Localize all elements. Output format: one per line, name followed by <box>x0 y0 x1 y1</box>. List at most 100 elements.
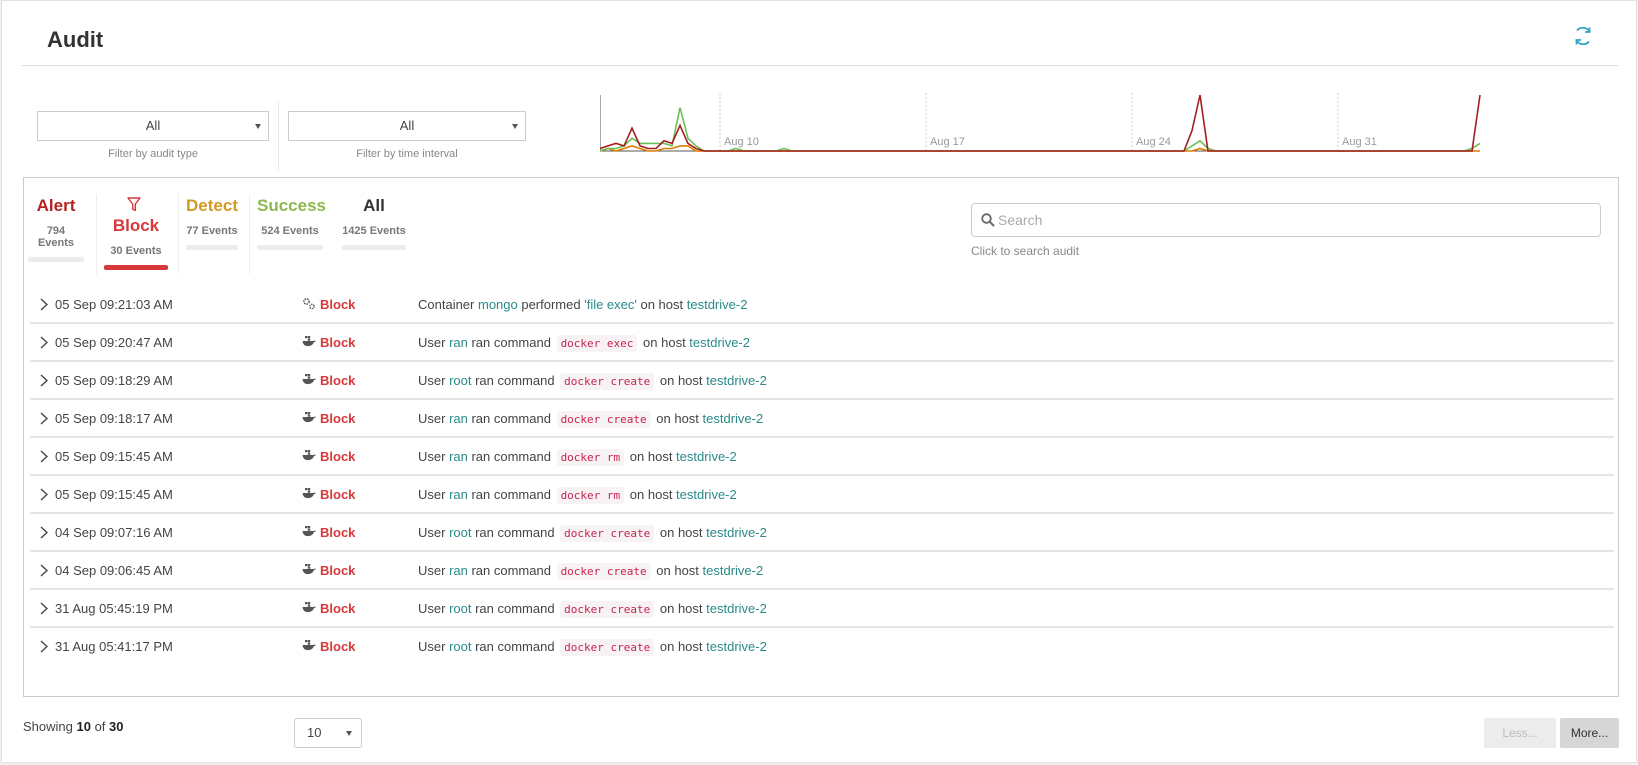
msg-subject[interactable]: ran <box>449 411 468 426</box>
page-size-value: 10 <box>307 725 322 740</box>
more-button[interactable]: More... <box>1560 718 1619 748</box>
chevron-right-icon[interactable] <box>40 412 48 425</box>
x-tick-label: Aug 17 <box>930 136 965 148</box>
msg-host[interactable]: testdrive-2 <box>706 373 767 388</box>
msg-mid2: on host <box>656 373 707 388</box>
msg-command: docker create <box>560 373 655 390</box>
chevron-right-icon[interactable] <box>40 336 48 349</box>
msg-mid1: ran command <box>471 373 559 388</box>
event-level: Block <box>320 563 356 578</box>
event-message: User ran ran command docker exec on host… <box>418 335 750 352</box>
msg-subject[interactable]: mongo <box>478 297 518 312</box>
msg-mid1: ran command <box>471 639 559 654</box>
tab-label: All <box>363 196 385 215</box>
chevron-right-icon[interactable] <box>40 488 48 501</box>
msg-mid1: ran command <box>471 525 559 540</box>
msg-subject[interactable]: ran <box>449 449 468 464</box>
msg-host[interactable]: testdrive-2 <box>703 563 764 578</box>
docker-icon <box>302 412 316 423</box>
x-tick-label: Aug 24 <box>1136 136 1171 148</box>
audit-type-value: All <box>145 118 161 133</box>
msg-subject[interactable]: root <box>449 373 471 388</box>
msg-mid2: on host <box>656 601 707 616</box>
shown-count: 10 <box>76 719 91 734</box>
table-row[interactable]: 05 Sep 09:15:45 AM Block User ran ran comm… <box>30 476 1614 514</box>
chevron-right-icon[interactable] <box>40 602 48 615</box>
msg-host[interactable]: testdrive-2 <box>687 297 748 312</box>
chevron-right-icon[interactable] <box>40 564 48 577</box>
less-button[interactable]: Less... <box>1484 718 1556 748</box>
tab-success[interactable]: Success 524 Events <box>257 196 326 250</box>
table-row[interactable]: 04 Sep 09:06:45 AM Block User ran ran comm… <box>30 552 1614 590</box>
event-time: 05 Sep 09:15:45 AM <box>55 487 173 502</box>
event-time: 31 Aug 05:41:17 PM <box>55 639 173 654</box>
msg-mid2: on host <box>656 525 707 540</box>
event-message: User ran ran command docker create on ho… <box>418 411 764 428</box>
event-level: Block <box>320 373 356 388</box>
tab-detect[interactable]: Detect 77 Events <box>186 196 238 250</box>
table-row[interactable]: 31 Aug 05:41:17 PM Block User root ran com… <box>30 628 1614 666</box>
msg-mid2: on host <box>652 411 703 426</box>
msg-mid1: ran command <box>467 449 555 464</box>
tab-divider <box>178 194 179 274</box>
page-size-select[interactable]: 10 <box>294 718 362 748</box>
msg-host[interactable]: testdrive-2 <box>689 335 750 350</box>
filter-icon <box>127 197 141 212</box>
msg-prefix: User <box>418 411 450 426</box>
time-interval-select[interactable]: All <box>288 111 526 141</box>
tab-label: Alert <box>36 196 76 215</box>
docker-icon <box>302 450 316 461</box>
refresh-icon[interactable] <box>1572 25 1594 47</box>
msg-mid1: ran command <box>467 487 555 502</box>
chevron-right-icon[interactable] <box>40 374 48 387</box>
msg-subject[interactable]: root <box>449 601 471 616</box>
msg-host[interactable]: testdrive-2 <box>676 449 737 464</box>
chevron-right-icon[interactable] <box>40 640 48 653</box>
table-row[interactable]: 31 Aug 05:45:19 PM Block User root ran com… <box>30 590 1614 628</box>
audit-timeline-chart[interactable]: Aug 10 Aug 17 Aug 24 Aug 31 <box>600 93 1525 163</box>
tab-count: 524 Events <box>261 225 319 237</box>
msg-subject[interactable]: ran <box>449 563 468 578</box>
msg-mid1: ran command <box>467 335 555 350</box>
msg-subject[interactable]: ran <box>449 487 468 502</box>
chevron-right-icon[interactable] <box>40 526 48 539</box>
tab-block[interactable]: Block 30 Events <box>104 196 168 270</box>
table-row[interactable]: 05 Sep 09:18:17 AM Block User ran ran comm… <box>30 400 1614 438</box>
tab-count: 30 Events <box>110 245 162 257</box>
event-level: Block <box>320 335 356 350</box>
search-box[interactable] <box>971 203 1601 237</box>
msg-host[interactable]: testdrive-2 <box>706 639 767 654</box>
table-row[interactable]: 05 Sep 09:21:03 AM Block Container mongo p… <box>30 286 1614 324</box>
table-row[interactable]: 05 Sep 09:18:29 AM Block User root ran com… <box>30 362 1614 400</box>
msg-host[interactable]: testdrive-2 <box>676 487 737 502</box>
of-word: of <box>90 719 110 734</box>
event-level: Block <box>320 297 356 312</box>
table-row[interactable]: 05 Sep 09:15:45 AM Block User ran ran comm… <box>30 438 1614 476</box>
msg-mid2: on host <box>626 449 677 464</box>
header-divider <box>22 65 1618 66</box>
msg-subject[interactable]: root <box>449 525 471 540</box>
event-message: Container mongo performed 'file exec' on… <box>418 297 747 312</box>
search-input[interactable] <box>998 212 1588 228</box>
msg-host[interactable]: testdrive-2 <box>706 601 767 616</box>
audit-type-select[interactable]: All <box>37 111 269 141</box>
chevron-right-icon[interactable] <box>40 298 48 311</box>
tab-all[interactable]: All 1425 Events <box>342 196 406 250</box>
chevron-down-icon <box>512 124 518 129</box>
table-row[interactable]: 04 Sep 09:07:16 AM Block User root ran com… <box>30 514 1614 552</box>
event-level: Block <box>320 487 356 502</box>
msg-host[interactable]: testdrive-2 <box>706 525 767 540</box>
event-message: User root ran command docker create on h… <box>418 639 767 656</box>
msg-prefix: User <box>418 601 450 616</box>
chevron-right-icon[interactable] <box>40 450 48 463</box>
docker-icon <box>302 336 316 347</box>
audit-list: 05 Sep 09:21:03 AM Block Container mongo p… <box>30 286 1614 666</box>
msg-host[interactable]: testdrive-2 <box>703 411 764 426</box>
msg-subject[interactable]: ran <box>449 335 468 350</box>
msg-subject[interactable]: root <box>449 639 471 654</box>
msg-command: 'file exec' <box>584 297 637 312</box>
table-row[interactable]: 05 Sep 09:20:47 AM Block User ran ran comm… <box>30 324 1614 362</box>
search-icon <box>981 213 995 227</box>
tab-alert[interactable]: Alert 794 Events <box>28 196 84 262</box>
event-level: Block <box>320 449 356 464</box>
